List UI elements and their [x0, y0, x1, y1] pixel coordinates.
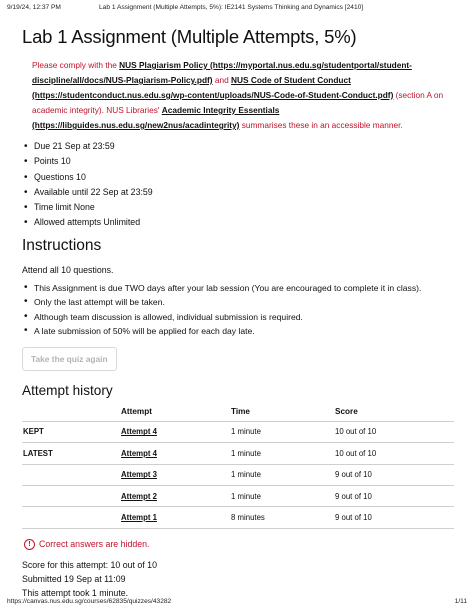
instruction-item: A late submission of 50% will be applied…	[22, 324, 454, 339]
instruction-item: Only the last attempt will be taken.	[22, 295, 454, 310]
notice-text-2: and	[212, 75, 232, 85]
allowed-attempts: Allowed attempts Unlimited	[22, 215, 454, 231]
attempt-link[interactable]: Attempt 1	[121, 513, 157, 522]
table-header-row: Attempt Time Score	[22, 401, 454, 422]
attempt-link[interactable]: Attempt 3	[121, 470, 157, 479]
question-count: Questions 10	[22, 170, 454, 186]
attempt-time: 8 minutes	[230, 506, 334, 529]
attempt-link[interactable]: Attempt 2	[121, 492, 157, 501]
due-date: Due 21 Sep at 23:59	[22, 139, 454, 155]
correct-answers-hidden-note: ! Correct answers are hidden.	[24, 538, 454, 550]
attempt-history-heading: Attempt history	[22, 382, 113, 398]
attempt-score: 9 out of 10	[334, 485, 454, 508]
instructions-list: This Assignment is due TWO days after yo…	[22, 281, 454, 339]
row-label: KEPT	[22, 421, 120, 444]
row-label	[22, 485, 120, 508]
print-footer: https://canvas.nus.edu.sg/courses/62835/…	[7, 598, 467, 608]
attempt-time: 1 minute	[230, 421, 334, 444]
attempt-history-table: Attempt Time Score KEPT Attempt 4 1 minu…	[22, 401, 454, 529]
main-content: Lab 1 Assignment (Multiple Attempts, 5%)…	[22, 22, 454, 600]
print-url: https://canvas.nus.edu.sg/courses/62835/…	[7, 598, 172, 605]
instructions-intro: Attend all 10 questions.	[22, 264, 114, 275]
instruction-item: Although team discussion is allowed, ind…	[22, 310, 454, 325]
plagiarism-policy-link-label: NUS Plagiarism Policy	[119, 60, 208, 70]
instruction-item: This Assignment is due TWO days after yo…	[22, 281, 454, 296]
table-row: LATEST Attempt 4 1 minute 10 out of 10	[22, 442, 454, 465]
attempt-time: 1 minute	[230, 464, 334, 486]
attempt-score: 10 out of 10	[334, 421, 454, 444]
academic-integrity-notice: Please comply with the NUS Plagiarism Po…	[32, 58, 454, 133]
academic-integrity-link-label: Academic Integrity Essentials	[161, 105, 280, 115]
table-row: Attempt 3 1 minute 9 out of 10	[22, 464, 454, 486]
attempt-score: 9 out of 10	[334, 506, 454, 529]
row-label	[22, 464, 120, 486]
row-label	[22, 506, 120, 529]
attempt-summary: Score for this attempt: 10 out of 10 Sub…	[22, 558, 454, 600]
available-until: Available until 22 Sep at 23:59	[22, 185, 454, 201]
print-page-number: 1/11	[454, 598, 467, 605]
attempt-score: 10 out of 10	[334, 442, 454, 465]
hidden-note-text: Correct answers are hidden.	[39, 539, 150, 550]
academic-integrity-url: (https://libguides.nus.edu.sg/new2nus/ac…	[32, 120, 240, 130]
attempt-link[interactable]: Attempt 4	[121, 449, 157, 458]
print-page-title: Lab 1 Assignment (Multiple Attempts, 5%)…	[99, 4, 364, 11]
code-of-conduct-link-label: NUS Code of Student Conduct	[231, 75, 351, 85]
attempt-score-text: Score for this attempt: 10 out of 10	[22, 559, 157, 570]
info-circle-icon: !	[24, 538, 35, 550]
attempt-time: 1 minute	[230, 442, 334, 465]
table-row: Attempt 2 1 minute 9 out of 10	[22, 485, 454, 508]
submitted-text: Submitted 19 Sep at 11:09	[22, 573, 126, 584]
attempt-link[interactable]: Attempt 4	[121, 427, 157, 436]
column-header-score: Score	[334, 401, 454, 422]
print-header: 9/19/24, 12:37 PM Lab 1 Assignment (Mult…	[7, 4, 467, 16]
instructions-heading: Instructions	[22, 236, 102, 254]
notice-text-4: summarises these in an accessible manner…	[239, 120, 403, 130]
row-label: LATEST	[22, 442, 120, 465]
column-header-label	[22, 401, 120, 422]
take-quiz-again-button[interactable]: Take the quiz again	[22, 346, 117, 371]
attempt-time: 1 minute	[230, 485, 334, 508]
print-datetime: 9/19/24, 12:37 PM	[7, 4, 61, 11]
points: Points 10	[22, 154, 454, 170]
table-row: KEPT Attempt 4 1 minute 10 out of 10	[22, 421, 454, 444]
attempt-score: 9 out of 10	[334, 464, 454, 486]
time-limit: Time limit None	[22, 200, 454, 216]
quiz-details-list: Due 21 Sep at 23:59 Points 10 Questions …	[22, 139, 454, 231]
column-header-attempt: Attempt	[120, 401, 230, 422]
column-header-time: Time	[230, 401, 334, 422]
notice-text-1: Please comply with the	[32, 60, 120, 70]
code-of-conduct-url: (https://studentconduct.nus.edu.sg/wp-co…	[32, 90, 394, 100]
page-title: Lab 1 Assignment (Multiple Attempts, 5%)	[22, 26, 357, 47]
table-row: Attempt 1 8 minutes 9 out of 10	[22, 506, 454, 529]
